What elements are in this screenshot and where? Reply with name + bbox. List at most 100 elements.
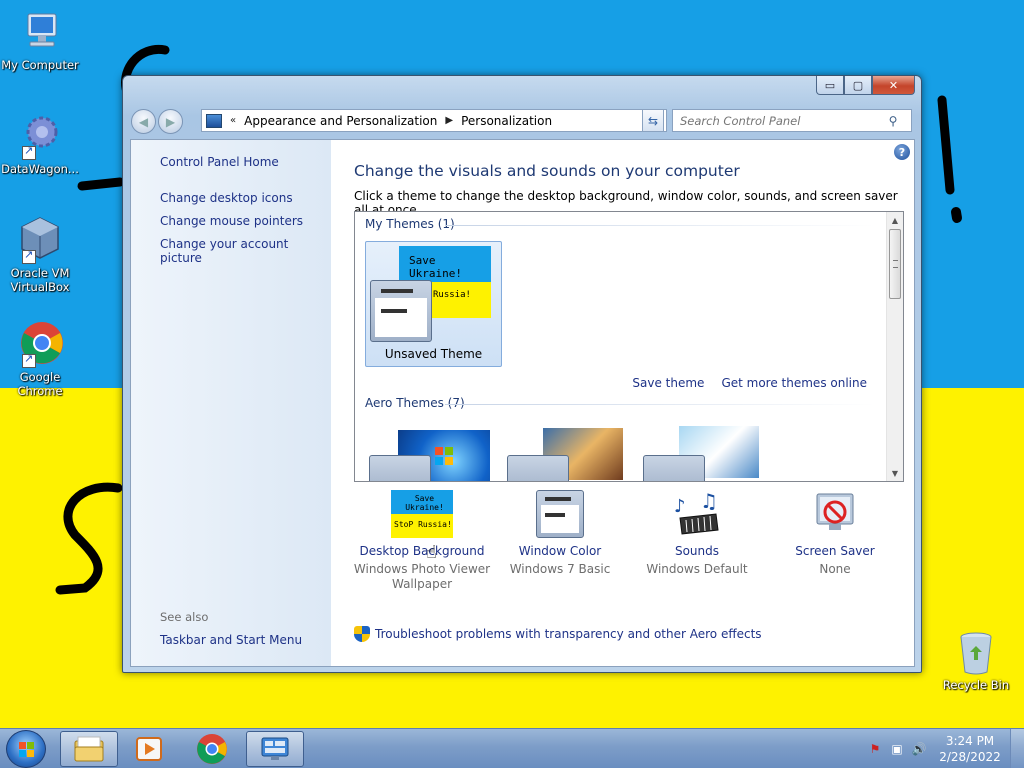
back-arrow-icon: ◀ [138, 114, 149, 129]
taskbar: ⚑ ▣ 🔊 3:24 PM 2/28/2022 [0, 728, 1024, 768]
maximize-button[interactable]: ▢ [844, 76, 872, 95]
breadcrumb-separator-icon[interactable]: ▶ [445, 115, 453, 126]
content-area: Control Panel Home Change desktop icons … [130, 139, 915, 667]
theme-name-label: Unsaved Theme [384, 347, 483, 361]
svg-text:♪: ♪ [674, 496, 686, 517]
theme-aero-characters[interactable] [639, 420, 776, 481]
taskbar-chrome[interactable] [183, 731, 241, 767]
group-divider [445, 404, 875, 405]
desktop-icon-virtualbox[interactable]: Oracle VM VirtualBox [0, 216, 80, 294]
troubleshoot-link[interactable]: Troubleshoot problems with transparency … [354, 626, 762, 642]
thumbnail-text: StoP Russia! [394, 520, 452, 529]
shortcut-arrow-icon [22, 248, 36, 264]
change-account-picture-link[interactable]: Change your account picture [160, 237, 331, 265]
desktop-icon-recycle-bin[interactable]: Recycle Bin [938, 630, 1014, 692]
window-color-value: Windows 7 Basic [509, 562, 611, 576]
sounds-value: Windows Default [646, 562, 748, 576]
address-overflow-chevron[interactable]: « [230, 115, 236, 126]
desktop-background-icon: Save Ukraine! StoP Russia! [391, 490, 453, 538]
window-color-thumbnail [643, 455, 705, 481]
chrome-icon [197, 734, 227, 764]
desktop-icon-my-computer[interactable]: My Computer [0, 8, 80, 72]
control-panel-icon [206, 113, 222, 128]
minimize-button[interactable]: ▭ [816, 76, 844, 95]
desktop-icon-datawagon[interactable]: DataWagon... [0, 112, 80, 176]
volume-icon[interactable]: 🔊 [908, 742, 930, 756]
svg-text:♫: ♫ [700, 490, 718, 513]
close-button[interactable]: ✕ [872, 76, 915, 95]
nav-buttons: ◀ ▶ [131, 107, 189, 134]
address-bar[interactable]: « Appearance and Personalization ▶ Perso… [201, 109, 667, 132]
window-color-link[interactable]: Window Color [490, 544, 630, 558]
theme-unsaved[interactable]: Save Ukraine! Russia! Unsaved Theme [365, 241, 502, 367]
virtualbox-icon [16, 216, 64, 264]
thumbnail-text: Russia! [433, 290, 471, 300]
clock-date: 2/28/2022 [939, 750, 1001, 764]
refresh-button[interactable]: ⇆ [642, 109, 664, 132]
desktop-icon-label: DataWagon... [1, 162, 79, 176]
troubleshoot-label: Troubleshoot problems with transparency … [375, 627, 762, 641]
taskbar-start-menu-link[interactable]: Taskbar and Start Menu [160, 633, 302, 647]
system-tray: ⚑ ▣ 🔊 3:24 PM 2/28/2022 [864, 729, 1024, 768]
desktop-background-option[interactable]: Save Ukraine! StoP Russia! Desktop Backg… [352, 490, 492, 592]
taskbar-explorer[interactable] [60, 731, 118, 767]
sounds-option[interactable]: ♪ ♫ Sounds Windows Default [627, 489, 767, 577]
page-title: Change the visuals and sounds on your co… [354, 162, 740, 180]
change-mouse-pointers-link[interactable]: Change mouse pointers [160, 214, 303, 228]
forward-button[interactable]: ▶ [158, 109, 183, 134]
get-more-themes-link[interactable]: Get more themes online [721, 376, 867, 390]
taskbar-control-panel[interactable] [246, 731, 304, 767]
computer-icon [16, 8, 64, 56]
start-button[interactable] [6, 730, 46, 768]
sounds-link[interactable]: Sounds [627, 544, 767, 558]
scroll-up-icon[interactable]: ▲ [887, 212, 903, 228]
search-icon[interactable]: ⚲ [883, 114, 903, 128]
show-desktop-button[interactable] [1010, 729, 1024, 768]
screen-saver-icon [811, 490, 859, 538]
recycle-bin-icon [960, 632, 992, 675]
my-themes-group-title: My Themes (1) [365, 217, 455, 231]
breadcrumb-appearance-and-personalization[interactable]: Appearance and Personalization [244, 114, 437, 128]
breadcrumb-personalization[interactable]: Personalization [461, 114, 552, 128]
search-input[interactable] [673, 113, 883, 128]
clock[interactable]: 3:24 PM 2/28/2022 [930, 733, 1010, 765]
control-panel-icon [261, 737, 289, 760]
change-desktop-icons-link[interactable]: Change desktop icons [160, 191, 293, 205]
chrome-icon [16, 320, 64, 368]
close-icon: ✕ [888, 78, 899, 92]
thumbnail-text: Save Ukraine! [405, 494, 444, 512]
desktop-background-value: Windows Photo Viewer Wallpaper [353, 562, 491, 591]
scroll-down-icon[interactable]: ▼ [887, 465, 903, 481]
window-color-thumbnail [369, 455, 431, 481]
personalization-window: ▭ ▢ ✕ ◀ ▶ « Appearance and Personalizati… [122, 75, 922, 673]
window-controls: ▭ ▢ ✕ [816, 76, 915, 96]
theme-aero-windows7[interactable] [365, 420, 502, 481]
clock-time: 3:24 PM [945, 734, 995, 748]
theme-aero-architecture[interactable] [503, 420, 640, 481]
desktop-icon-google-chrome[interactable]: Google Chrome [0, 320, 80, 398]
theme-options: Save Ukraine! StoP Russia! Desktop Backg… [352, 489, 905, 600]
desktop-background-link[interactable]: Desktop Background [352, 544, 492, 558]
main-pane: ? Change the visuals and sounds on your … [354, 140, 914, 666]
mouse-cursor-icon: ☝ [426, 542, 437, 563]
gear-icon [16, 112, 64, 160]
taskbar-media-player[interactable] [120, 731, 178, 767]
screen-saver-option[interactable]: Screen Saver None [765, 490, 905, 577]
network-icon[interactable]: ▣ [886, 742, 908, 756]
save-theme-link[interactable]: Save theme [632, 376, 704, 390]
desktop-icon-label: Recycle Bin [942, 678, 1010, 692]
shield-icon [354, 626, 370, 642]
back-button[interactable]: ◀ [131, 109, 156, 134]
action-center-flag-icon[interactable]: ⚑ [864, 742, 886, 756]
control-panel-home-link[interactable]: Control Panel Home [160, 155, 279, 169]
aero-themes-group-title: Aero Themes (7) [365, 396, 465, 410]
themes-scrollbar[interactable]: ▲ ▼ [886, 212, 903, 481]
refresh-icon: ⇆ [647, 113, 659, 128]
help-icon[interactable]: ? [894, 144, 910, 160]
scroll-thumb[interactable] [889, 229, 901, 299]
desktop-icon-label: VirtualBox [10, 280, 70, 294]
themes-list: My Themes (1) Save Ukraine! Russia! Unsa… [354, 211, 904, 482]
screen-saver-link[interactable]: Screen Saver [765, 544, 905, 558]
window-color-option[interactable]: Window Color Windows 7 Basic [490, 490, 630, 577]
desktop-icon-label: My Computer [1, 58, 79, 72]
